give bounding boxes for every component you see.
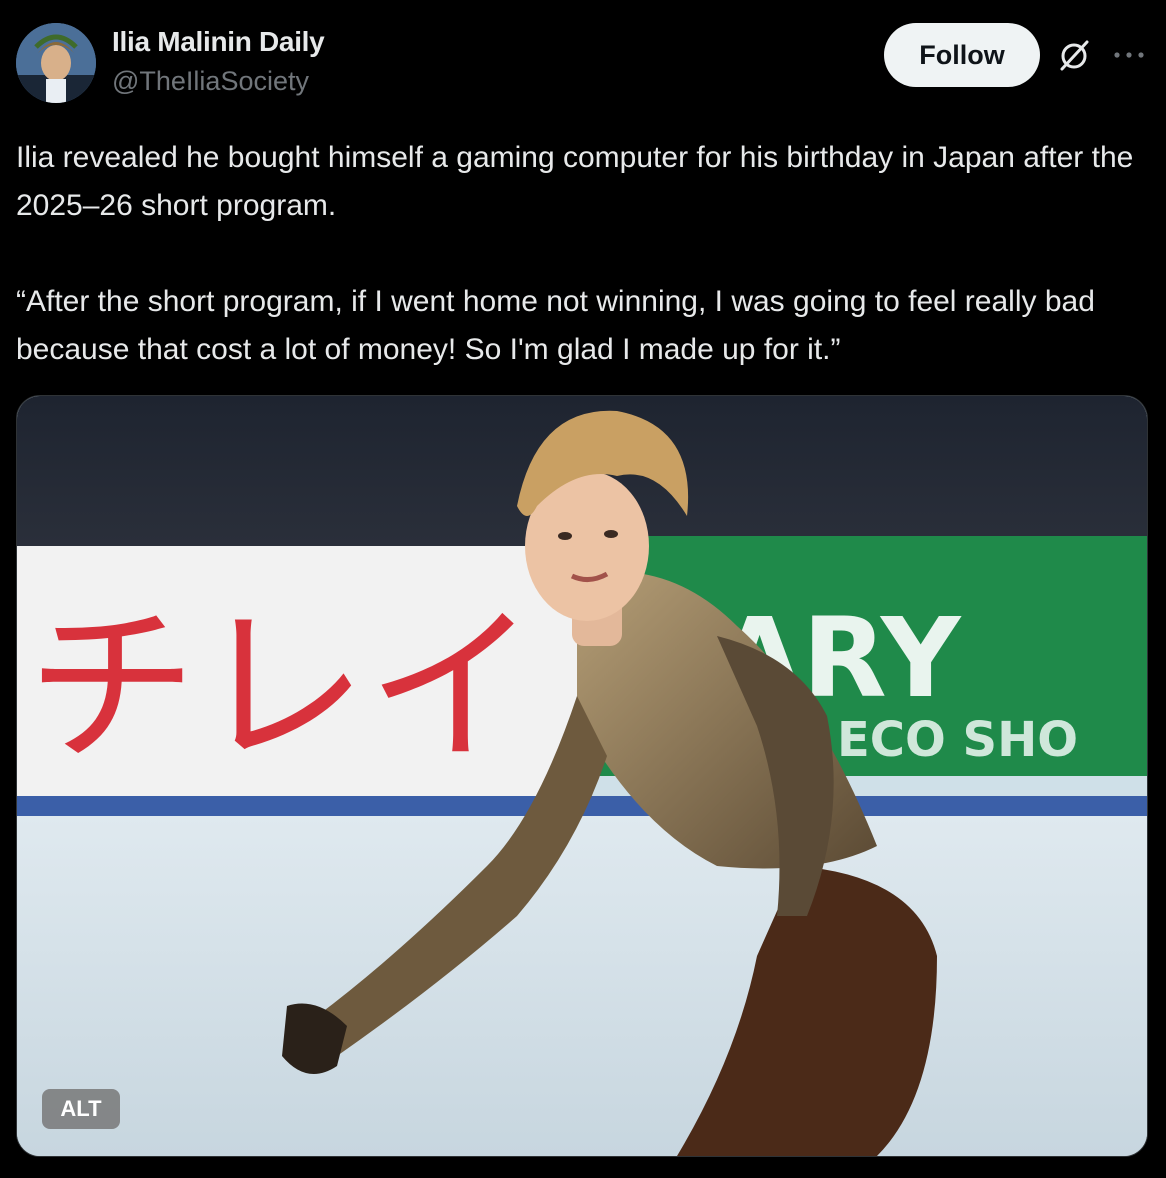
author-display-name[interactable]: Ilia Malinin Daily	[112, 26, 325, 58]
tweet-paragraph-2: “After the short program, if I went home…	[16, 285, 1095, 366]
grok-icon[interactable]	[1056, 38, 1092, 74]
more-icon[interactable]	[1112, 40, 1146, 70]
skater-photo: チレイ ARY ECO SHO	[17, 396, 1147, 1156]
banner-left-text: チレイ	[27, 589, 537, 787]
banner-right-subtext: ECO SHO	[837, 712, 1078, 768]
follow-button[interactable]: Follow	[884, 23, 1040, 87]
author-handle[interactable]: @TheIliaSociety	[112, 66, 309, 97]
avatar-image	[16, 23, 96, 103]
tweet-text: Ilia revealed he bought himself a gaming…	[16, 134, 1146, 374]
tweet-image[interactable]: チレイ ARY ECO SHO	[16, 395, 1148, 1157]
alt-badge[interactable]: ALT	[42, 1089, 120, 1129]
avatar[interactable]	[16, 23, 96, 103]
tweet-paragraph-1: Ilia revealed he bought himself a gaming…	[16, 141, 1134, 222]
